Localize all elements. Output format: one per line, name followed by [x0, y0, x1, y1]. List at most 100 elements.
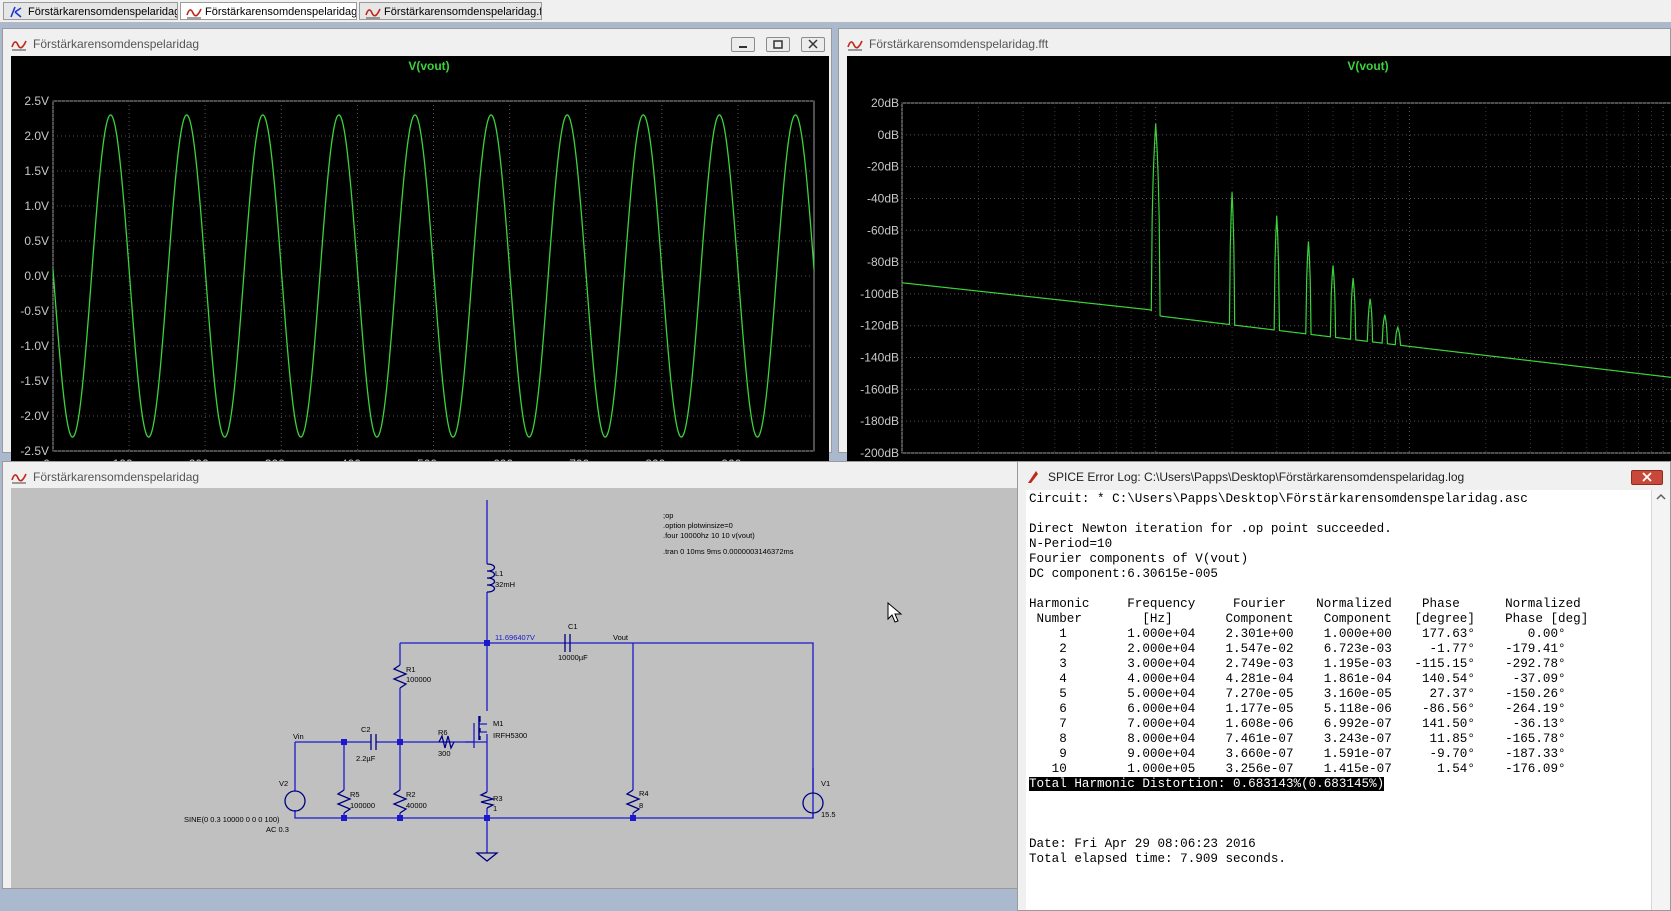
m1-mosfet[interactable] [478, 716, 481, 740]
v2-source[interactable] [284, 790, 306, 812]
y-tick-label: 2.5V [24, 94, 49, 108]
window-title: SPICE Error Log: C:\Users\Papps\Desktop\… [1018, 462, 1670, 490]
log-text-area[interactable]: Circuit: * C:\Users\Papps\Desktop\Förstä… [1026, 490, 1652, 910]
window-title-text: SPICE Error Log: C:\Users\Papps\Desktop\… [1048, 470, 1465, 484]
restore-icon [773, 40, 783, 49]
r5-label[interactable]: R5 [350, 790, 360, 799]
minimize-icon [739, 46, 747, 48]
y-tick-label: -40dB [867, 191, 899, 205]
vin-net-label[interactable]: Vin [293, 732, 304, 741]
r2-resistor[interactable] [392, 789, 408, 814]
waveform-window[interactable]: Förstärkarensomdenspelaridag V(vout) 2.5… [2, 28, 832, 480]
r4-value[interactable]: 8 [639, 801, 643, 810]
y-tick-label: -60dB [867, 223, 899, 237]
window-title-text: Förstärkarensomdenspelaridag [33, 37, 200, 51]
close-button[interactable] [1631, 470, 1663, 485]
y-tick-label: -160dB [860, 382, 899, 396]
schematic-canvas[interactable]: ;op .option plotwinsize=0 .four 10000hz … [11, 488, 1020, 888]
spice-directive[interactable]: .tran 0 10ms 9ms 0.0000003146372ms [663, 547, 794, 556]
log-line: Date: Fri Apr 29 08:06:23 2016 [1029, 837, 1256, 851]
l1-value[interactable]: 32mH [495, 580, 515, 589]
vout-net-label[interactable]: Vout [613, 633, 629, 642]
log-line: 6 6.000e+04 1.177e-05 5.118e-06 -86.56° … [1029, 702, 1566, 716]
tab-fft[interactable]: Förstärkarensomdenspelaridag.fft [359, 2, 542, 20]
c2-label[interactable]: C2 [361, 725, 371, 734]
r6-value[interactable]: 300 [438, 749, 451, 758]
spice-directive[interactable]: .option plotwinsize=0 [663, 521, 733, 530]
waveform-icon [11, 40, 27, 51]
c2-value[interactable]: 2.2µF [356, 754, 376, 763]
vout-trace [52, 114, 815, 438]
v1-value[interactable]: 15.5 [821, 810, 836, 819]
y-axis-ticks: 20dB 0dB -20dB -40dB -60dB -80dB -100dB -120dB -… [860, 96, 899, 460]
thd-line[interactable]: Total Harmonic Distortion: 0.683143%(0.6… [1029, 777, 1385, 791]
vertical-scrollbar[interactable] [1651, 490, 1670, 910]
close-button[interactable] [801, 37, 825, 52]
fft-plot[interactable]: V(vout) 20dB 0dB -20dB -40dB -60dB -80dB -100d… [847, 56, 1671, 480]
r2-value[interactable]: 40000 [406, 801, 427, 810]
log-line: N-Period=10 [1029, 537, 1113, 551]
c1-value[interactable]: 10000µF [558, 653, 588, 662]
r3-value[interactable]: 1 [493, 804, 497, 813]
scroll-up-icon[interactable] [1652, 490, 1670, 504]
waveform-icon [365, 8, 381, 19]
plot-frame [901, 102, 1671, 454]
spice-directive[interactable]: ;op [663, 511, 673, 520]
log-line: Direct Newton iteration for .op point su… [1029, 522, 1392, 536]
m1-label[interactable]: M1 [493, 719, 503, 728]
trace-label[interactable]: V(vout) [1347, 59, 1388, 73]
r3-label[interactable]: R3 [493, 794, 503, 803]
r3-resistor[interactable] [479, 791, 496, 809]
r2-label[interactable]: R2 [406, 790, 416, 799]
c1-label[interactable]: C1 [568, 622, 578, 631]
close-icon [808, 39, 818, 49]
tab-schematic[interactable]: Förstärkarensomdenspelaridag [3, 2, 178, 20]
v1-label[interactable]: V1 [821, 779, 830, 788]
log-line: Circuit: * C:\Users\Papps\Desktop\Förstä… [1029, 492, 1528, 506]
y-tick-label: -0.5V [20, 304, 49, 318]
drain-voltage-label[interactable]: 11.696407V [495, 633, 535, 642]
window-title-text: Förstärkarensomdenspelaridag.fft [869, 37, 1049, 51]
r1-label[interactable]: R1 [406, 665, 416, 674]
r5-value[interactable]: 100000 [350, 801, 375, 810]
log-line: 10 1.000e+05 3.256e-07 1.415e-07 1.54° -… [1029, 762, 1566, 776]
close-icon [1642, 472, 1652, 482]
spice-directive[interactable]: .four 10000hz 10 10 v(vout) [663, 531, 755, 540]
trace-label[interactable]: V(vout) [408, 59, 449, 73]
fft-window[interactable]: Förstärkarensomdenspelaridag.fft V(vout)… [838, 28, 1671, 480]
c2-capacitor[interactable] [370, 734, 377, 750]
waveform-icon [847, 40, 863, 51]
fft-trace [901, 123, 1671, 378]
m1-value[interactable]: IRFH5300 [493, 731, 527, 740]
log-line: 4 4.000e+04 4.281e-04 1.861e-04 140.54° … [1029, 672, 1566, 686]
junction-dots [341, 640, 636, 821]
y-axis-ticks: 2.5V 2.0V 1.5V 1.0V 0.5V 0.0V -0.5V -1.0V -1.5V -… [20, 94, 49, 458]
y-tick-label: 2.0V [24, 129, 49, 143]
v2-value[interactable]: SINE(0 0.3 10000 0 0 0 100) [184, 815, 280, 824]
r4-label[interactable]: R4 [639, 789, 649, 798]
tab-waveform[interactable]: Förstärkarensomdenspelaridag [180, 2, 357, 20]
restore-button[interactable] [766, 37, 790, 52]
window-title: Förstärkarensomdenspelaridag.fft [839, 29, 1670, 57]
log-lines: Circuit: * C:\Users\Papps\Desktop\Förstä… [1029, 492, 1652, 777]
spice-log-icon [1028, 471, 1038, 483]
l1-inductor[interactable] [486, 563, 496, 593]
r6-label[interactable]: R6 [438, 728, 448, 737]
v2-ac-value[interactable]: AC 0.3 [266, 825, 289, 834]
r4-resistor[interactable] [625, 789, 641, 814]
log-line: Total elapsed time: 7.909 seconds. [1029, 852, 1286, 866]
r1-value[interactable]: 100000 [406, 675, 431, 684]
l1-label[interactable]: L1 [495, 569, 503, 578]
spice-error-log-window[interactable]: SPICE Error Log: C:\Users\Papps\Desktop\… [1017, 461, 1671, 911]
time-domain-plot[interactable]: V(vout) 2.5V 2.0V 1.5V 1.0V 0.5V 0.0V -0.5V -1.… [11, 56, 829, 480]
log-line: 1 1.000e+04 2.301e+00 1.000e+00 177.63° … [1029, 627, 1566, 641]
minimize-button[interactable] [731, 37, 755, 52]
r1-resistor[interactable] [392, 664, 408, 689]
r5-resistor[interactable] [336, 789, 352, 814]
log-line: Number [Hz] Component Component [degree]… [1029, 612, 1589, 626]
v2-label[interactable]: V2 [279, 779, 288, 788]
schematic-window[interactable]: Förstärkarensomdenspelaridag ;op .option… [2, 461, 1020, 889]
